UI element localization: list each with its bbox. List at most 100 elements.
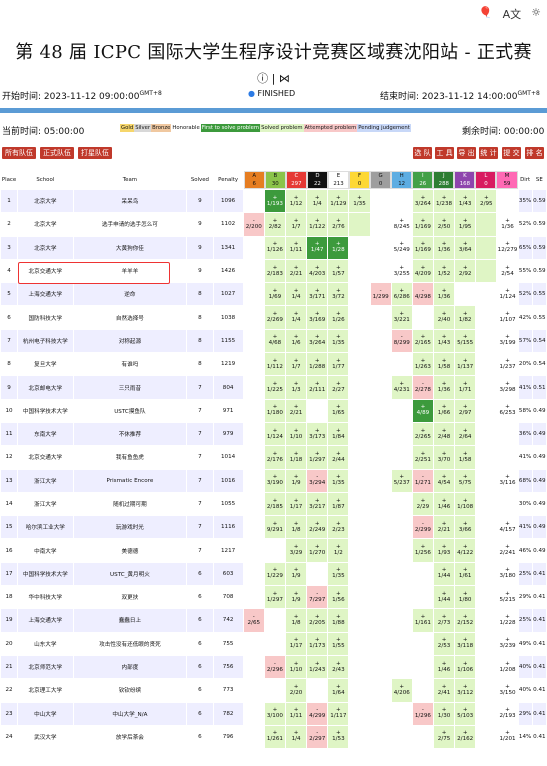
problem-cell-b[interactable]: +3/190 bbox=[263, 468, 287, 493]
problem-cell-c[interactable]: +1/11 bbox=[284, 701, 308, 726]
problem-cell-e[interactable]: +2/23 bbox=[327, 515, 350, 540]
problem-cell-f[interactable] bbox=[348, 491, 371, 517]
problem-cell-k[interactable]: +1/82 bbox=[454, 305, 477, 330]
problem-cell-a[interactable] bbox=[242, 375, 265, 400]
problem-cell-m[interactable] bbox=[496, 445, 519, 470]
problem-cell-b[interactable]: +1/112 bbox=[263, 352, 287, 377]
problem-cell-m[interactable]: +3/180 bbox=[496, 561, 519, 587]
problem-cell-d[interactable]: +1/288 bbox=[306, 352, 329, 377]
problem-cell-a[interactable] bbox=[242, 235, 265, 260]
problem-cell-i[interactable]: +1/263 bbox=[411, 352, 434, 377]
problem-cell-f[interactable] bbox=[348, 352, 371, 377]
problem-cell-j[interactable]: +4/54 bbox=[432, 468, 456, 493]
problem-cell-c[interactable]: +1/7 bbox=[284, 352, 308, 377]
problem-cell-d[interactable]: +2/249 bbox=[306, 515, 329, 540]
problem-cell-h[interactable]: +5/249 bbox=[390, 235, 413, 260]
problem-cell-l[interactable] bbox=[475, 445, 498, 470]
problem-cell-l[interactable] bbox=[475, 678, 498, 703]
table-row[interactable]: 10 中国科学技术大学 USTC摸鱼队 7 971 +1/180 +2/21 +1/65 +4/… bbox=[0, 398, 547, 423]
problem-cell-m[interactable]: +3/116 bbox=[496, 468, 519, 493]
problem-cell-m[interactable]: +2/241 bbox=[496, 538, 519, 563]
problem-cell-b[interactable]: +1/193 bbox=[263, 188, 287, 214]
problem-cell-c[interactable]: +1/6 bbox=[284, 328, 308, 354]
problem-cell-i[interactable]: +4/209 bbox=[411, 258, 434, 284]
problem-cell-f[interactable]: +1/35 bbox=[348, 188, 371, 214]
problem-cell-m[interactable]: +1/237 bbox=[496, 352, 519, 377]
problem-cell-k[interactable]: +2/152 bbox=[454, 608, 477, 633]
problem-cell-j[interactable]: +1/238 bbox=[432, 188, 456, 214]
problem-cell-b[interactable]: +1/229 bbox=[263, 561, 287, 587]
problem-cell-j[interactable]: +1/46 bbox=[432, 491, 456, 517]
problem-cell-a[interactable] bbox=[242, 258, 265, 284]
problem-cell-m[interactable] bbox=[496, 491, 519, 517]
problem-cell-b[interactable]: +1/225 bbox=[263, 375, 287, 400]
problem-cell-d[interactable]: +1/47 bbox=[306, 235, 329, 260]
problem-cell-c[interactable]: +1/10 bbox=[284, 654, 308, 680]
problem-header-i[interactable]: I 26 bbox=[412, 171, 434, 189]
problem-cell-l[interactable] bbox=[475, 515, 498, 540]
problem-cell-k[interactable]: +2/97 bbox=[454, 398, 477, 423]
problem-cell-f[interactable] bbox=[348, 258, 371, 284]
problem-cell-g[interactable] bbox=[369, 352, 392, 377]
problem-cell-h[interactable]: +3/221 bbox=[390, 305, 413, 330]
problem-cell-h[interactable]: +4/231 bbox=[390, 375, 413, 400]
problem-cell-c[interactable]: +1/4 bbox=[284, 305, 308, 330]
problem-header-k[interactable]: K 168 bbox=[454, 171, 476, 189]
table-row[interactable]: 18 华中科技大学 双更扶 6 708 +1/297 +1/9-7/297 +1/56 +1/4… bbox=[0, 585, 547, 610]
table-row[interactable]: 9 北京邮电大学 三只雨昔 7 804 +1/225 +1/3 +2/111 +2/27 +4/2… bbox=[0, 375, 547, 400]
problem-cell-e[interactable]: +1/77 bbox=[327, 352, 350, 377]
problem-cell-b[interactable]: +2/269 bbox=[263, 305, 287, 330]
problem-cell-i[interactable]: -1/296 bbox=[411, 701, 434, 726]
problem-cell-a[interactable] bbox=[242, 468, 265, 493]
problem-cell-j[interactable]: +2/48 bbox=[432, 421, 456, 447]
problem-cell-m[interactable] bbox=[496, 421, 519, 447]
problem-header-g[interactable]: G0 bbox=[370, 171, 392, 189]
problem-cell-h[interactable] bbox=[390, 654, 413, 680]
problem-cell-g[interactable] bbox=[369, 701, 392, 726]
problem-cell-h[interactable] bbox=[390, 491, 413, 517]
problem-cell-c[interactable]: +1/4 bbox=[284, 724, 308, 750]
export-button[interactable]: 导 出 bbox=[457, 147, 476, 159]
table-row[interactable]: 5 上海交通大学 逆命 8 1027 +1/69 +1/4 +3/171 +3/72 -1/299… bbox=[0, 282, 547, 307]
problem-cell-a[interactable] bbox=[242, 585, 265, 610]
problem-cell-l[interactable] bbox=[475, 561, 498, 587]
problem-cell-i[interactable]: -2/278 bbox=[411, 375, 434, 400]
problem-cell-k[interactable]: +1/58 bbox=[454, 445, 477, 470]
problem-cell-e[interactable]: +3/72 bbox=[327, 282, 350, 307]
share-icon[interactable]: ⋈ bbox=[279, 72, 290, 85]
problem-cell-a[interactable] bbox=[242, 188, 265, 214]
problem-cell-m[interactable]: +1/228 bbox=[496, 608, 519, 633]
problem-cell-b[interactable]: +1/69 bbox=[263, 282, 287, 307]
problem-cell-l[interactable] bbox=[475, 282, 498, 307]
problem-cell-e[interactable]: +1/26 bbox=[327, 305, 350, 330]
problem-cell-a[interactable] bbox=[242, 305, 265, 330]
problem-cell-k[interactable]: +1/61 bbox=[454, 561, 477, 587]
problem-cell-c[interactable]: +2/21 bbox=[284, 398, 308, 423]
problem-cell-k[interactable]: +3/64 bbox=[454, 235, 477, 260]
problem-cell-j[interactable]: +2/50 bbox=[432, 212, 456, 237]
problem-cell-l[interactable] bbox=[475, 701, 498, 726]
problem-cell-c[interactable]: +2/20 bbox=[284, 678, 308, 703]
problem-cell-i[interactable] bbox=[411, 724, 434, 750]
problem-cell-e[interactable]: +1/28 bbox=[327, 235, 350, 260]
problem-cell-f[interactable] bbox=[348, 654, 371, 680]
submit-button[interactable]: 提 交 bbox=[502, 147, 521, 159]
all-teams-button[interactable]: 所有队伍 bbox=[2, 147, 36, 159]
problem-cell-g[interactable] bbox=[369, 235, 392, 260]
problem-cell-b[interactable] bbox=[263, 631, 287, 656]
problem-cell-b[interactable]: +2/183 bbox=[263, 258, 287, 284]
problem-cell-i[interactable] bbox=[411, 631, 434, 656]
problem-cell-m[interactable]: +2/193 bbox=[496, 701, 519, 726]
problem-cell-l[interactable] bbox=[475, 724, 498, 750]
problem-cell-h[interactable] bbox=[390, 701, 413, 726]
problem-header-c[interactable]: C 297 bbox=[285, 171, 307, 189]
problem-cell-g[interactable] bbox=[369, 631, 392, 656]
problem-cell-h[interactable]: -8/299 bbox=[390, 328, 413, 354]
problem-cell-c[interactable]: +1/18 bbox=[284, 445, 308, 470]
problem-cell-g[interactable] bbox=[369, 654, 392, 680]
problem-cell-a[interactable] bbox=[242, 724, 265, 750]
problem-cell-l[interactable] bbox=[475, 631, 498, 656]
problem-cell-b[interactable]: +1/126 bbox=[263, 235, 287, 260]
problem-cell-i[interactable] bbox=[411, 561, 434, 587]
problem-cell-g[interactable] bbox=[369, 515, 392, 540]
